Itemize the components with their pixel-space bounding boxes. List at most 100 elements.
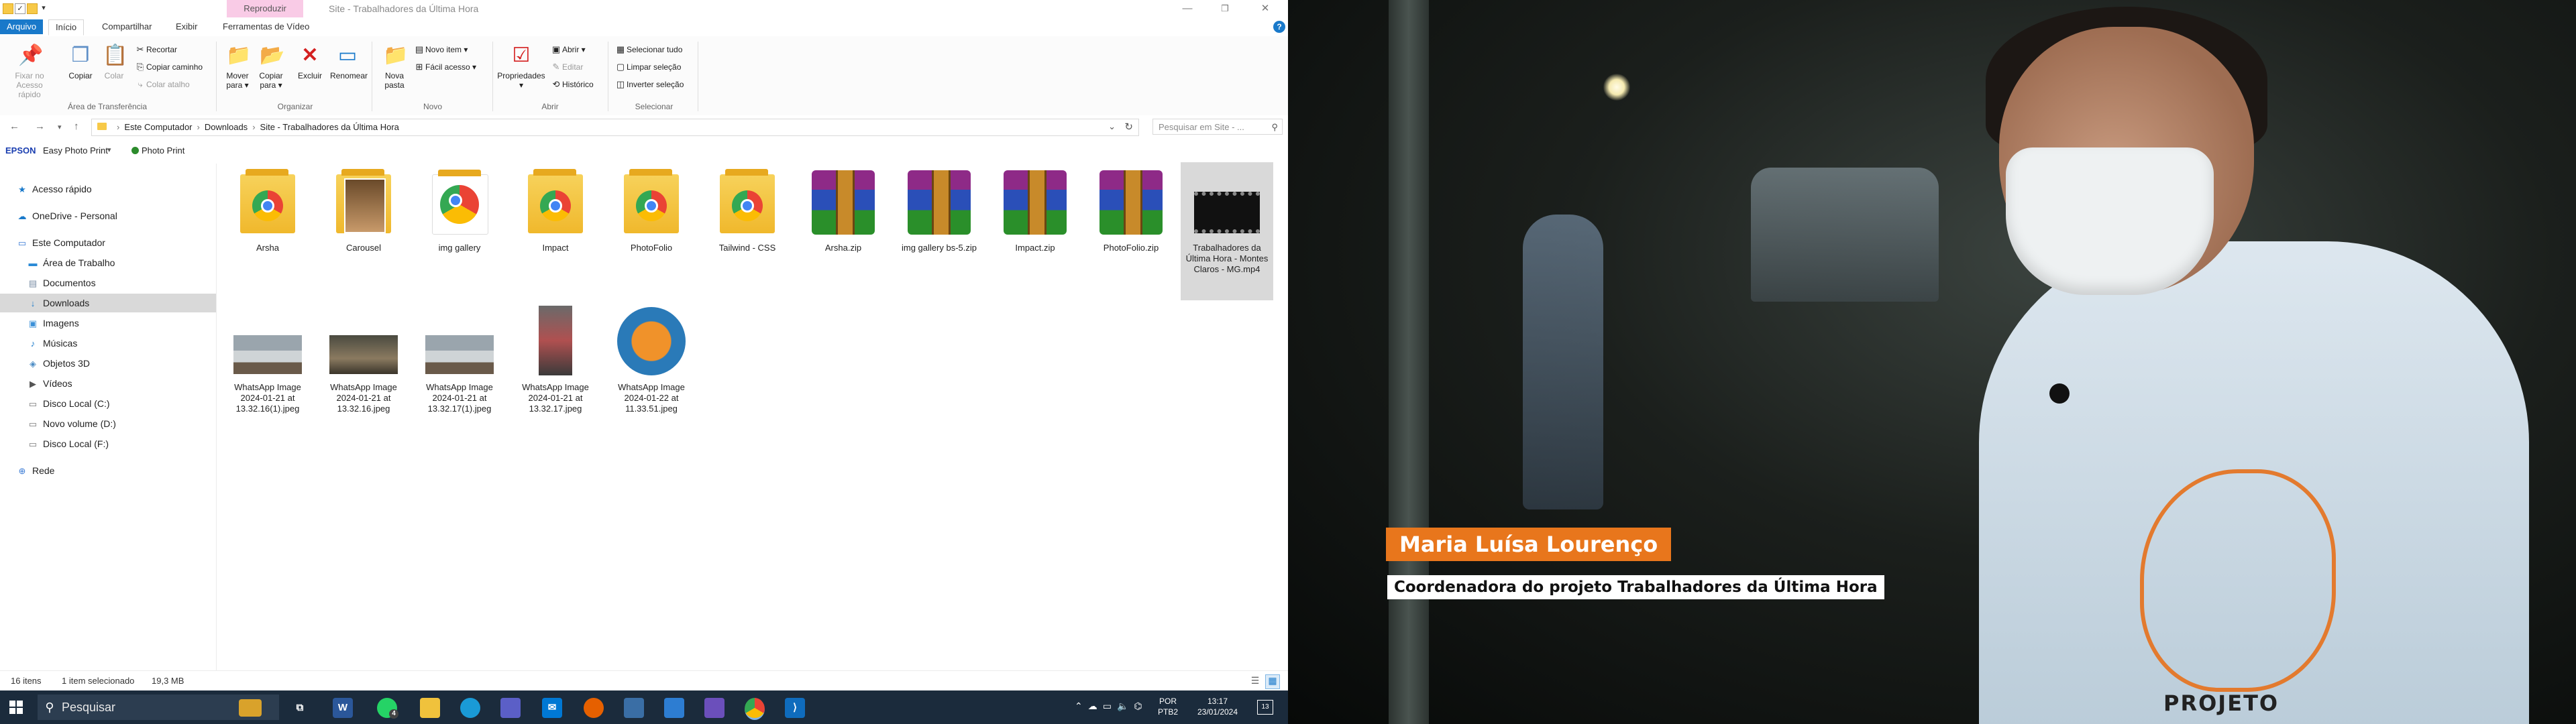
select-all-button[interactable]: ▦ Selecionar tudo	[614, 43, 683, 56]
file-item[interactable]: WhatsApp Image 2024-01-21 at 13.32.17(1)…	[413, 302, 506, 414]
tab-view[interactable]: Exibir	[169, 19, 205, 34]
pin-quick-access-button[interactable]: 📌 Fixar no Acesso rápido	[12, 43, 47, 99]
nav-item[interactable]: ▶ Vídeos	[0, 374, 216, 393]
file-item[interactable]: Arsha	[221, 162, 314, 253]
nav-item[interactable]: ▬ Área de Trabalho	[0, 253, 216, 272]
file-item[interactable]: Tailwind - CSS	[701, 162, 794, 253]
history-button[interactable]: ⟲ Histórico	[550, 78, 594, 91]
edge-icon[interactable]	[460, 698, 480, 718]
file-item[interactable]: WhatsApp Image 2024-01-21 at 13.32.16(1)…	[221, 302, 314, 414]
language-indicator[interactable]: POR PTB2	[1158, 696, 1178, 717]
tray-icons[interactable]: ⌃☁▭🔈⌬	[1075, 701, 1148, 712]
search-input[interactable]: Pesquisar em Site - ... ⚲	[1152, 119, 1283, 135]
chevron-up-icon[interactable]: ⌃	[1075, 701, 1088, 711]
nav-item[interactable]: ▭ Novo volume (D:)	[0, 414, 216, 433]
file-item[interactable]: img gallery	[413, 162, 506, 253]
nav-item[interactable]: ▤ Documentos	[0, 274, 216, 292]
new-folder-button[interactable]: 📁 Nova pasta	[377, 43, 412, 90]
recent-dropdown-icon[interactable]: ▾	[58, 123, 62, 131]
open-button[interactable]: ▣ Abrir ▾	[550, 43, 586, 56]
easy-photo-print-button[interactable]: Easy Photo Print	[43, 145, 108, 156]
nav-item[interactable]: ☁ OneDrive - Personal	[0, 206, 216, 225]
tab-file[interactable]: Arquivo	[0, 19, 44, 34]
new-folder-qat-icon[interactable]	[27, 3, 38, 14]
file-item[interactable]: WhatsApp Image 2024-01-22 at 11.33.51.jp…	[605, 302, 698, 414]
breadcrumb-current-folder[interactable]: Site - Trabalhadores da Última Hora	[260, 122, 399, 132]
qat-dropdown-icon[interactable]: ▾	[39, 3, 48, 13]
address-bar[interactable]: › Este Computador › Downloads › Site - Trabal…	[91, 119, 1139, 136]
delete-button[interactable]: ✕ Excluir	[292, 43, 327, 80]
nav-item[interactable]: ◈ Objetos 3D	[0, 354, 216, 373]
calculator-icon[interactable]	[624, 698, 644, 718]
nav-item[interactable]: ♪ Músicas	[0, 334, 216, 353]
task-view-icon[interactable]: ⧉	[290, 698, 310, 718]
details-view-icon[interactable]: ☰	[1249, 675, 1261, 687]
paste-shortcut-button[interactable]: ⤷ Colar atalho	[134, 78, 189, 91]
nav-item[interactable]: ▭ Disco Local (C:)	[0, 394, 216, 413]
word-icon[interactable]: W	[333, 698, 353, 718]
new-item-button[interactable]: ▤ Novo item ▾	[413, 43, 468, 56]
file-item[interactable]: PhotoFolio	[605, 162, 698, 253]
paste-button[interactable]: 📋 Colar	[97, 43, 131, 80]
clock[interactable]: 13:17 23/01/2024	[1187, 696, 1248, 717]
cloud-icon[interactable]: ☁	[1088, 701, 1103, 711]
battery-icon[interactable]: ▭	[1103, 701, 1117, 711]
file-item[interactable]: Trabalhadores da Última Hora - Montes Cl…	[1181, 162, 1273, 300]
breadcrumb-this-pc[interactable]: Este Computador	[124, 122, 192, 132]
speaker-icon[interactable]: 🔈	[1117, 701, 1134, 711]
clear-selection-button[interactable]: ▢ Limpar seleção	[614, 60, 682, 74]
easy-access-button[interactable]: ⊞ Fácil acesso ▾	[413, 60, 477, 74]
tab-home[interactable]: Início	[48, 19, 85, 36]
nav-item[interactable]: ↓ Downloads	[0, 294, 216, 312]
address-dropdown-icon[interactable]: ⌄	[1108, 121, 1116, 132]
windows-start-icon[interactable]	[9, 701, 23, 714]
file-item[interactable]: WhatsApp Image 2024-01-21 at 13.32.16.jp…	[317, 302, 410, 414]
context-tab-play[interactable]: Reproduzir	[227, 0, 303, 17]
copy-path-button[interactable]: ⎘ Copiar caminho	[134, 60, 203, 74]
copy-button[interactable]: ❐ Copiar	[63, 43, 98, 80]
chrome-icon[interactable]	[745, 698, 765, 720]
file-item[interactable]: WhatsApp Image 2024-01-21 at 13.32.17.jp…	[509, 302, 602, 414]
tab-share[interactable]: Compartilhar	[95, 19, 158, 34]
nav-item[interactable]: ▣ Imagens	[0, 314, 216, 333]
invert-selection-button[interactable]: ◫ Inverter seleção	[614, 78, 684, 91]
vscode-icon[interactable]: ⟩	[785, 698, 805, 718]
forward-arrow-icon[interactable]: →	[35, 121, 45, 132]
properties-button[interactable]: ☑ Propriedades ▾	[496, 43, 546, 90]
file-item[interactable]: Impact	[509, 162, 602, 253]
help-icon[interactable]: ?	[1273, 21, 1285, 33]
file-item[interactable]: Impact.zip	[989, 162, 1081, 253]
teams-icon[interactable]	[500, 698, 521, 718]
file-item[interactable]: img gallery bs-5.zip	[893, 162, 985, 253]
rename-button[interactable]: ▭ Renomear	[330, 43, 368, 80]
file-item[interactable]: PhotoFolio.zip	[1085, 162, 1177, 253]
file-explorer-icon[interactable]	[420, 698, 440, 718]
refresh-icon[interactable]: ↻	[1124, 121, 1133, 133]
edit-button[interactable]: ✎ Editar	[550, 60, 584, 74]
properties-qat-icon[interactable]: ✓	[15, 3, 25, 14]
tab-video-tools[interactable]: Ferramentas de Vídeo	[216, 19, 316, 34]
back-arrow-icon[interactable]: ←	[9, 121, 19, 132]
easy-photo-print-dropdown-icon[interactable]: ▾	[107, 145, 111, 154]
large-icons-view-icon[interactable]: ▦	[1265, 674, 1280, 689]
maximize-button[interactable]: ❐	[1212, 1, 1238, 16]
video-editor-icon[interactable]	[704, 698, 724, 718]
firefox-icon[interactable]	[584, 698, 604, 718]
nav-item[interactable]: ▭ Este Computador	[0, 233, 216, 252]
cut-button[interactable]: ✂ Recortar	[134, 43, 177, 56]
nav-item[interactable]: ▭ Disco Local (F:)	[0, 434, 216, 453]
breadcrumb-downloads[interactable]: Downloads	[205, 122, 248, 132]
network-icon[interactable]: ⌬	[1134, 701, 1147, 711]
close-button[interactable]: ✕	[1252, 1, 1279, 16]
notification-icon[interactable]: 13	[1257, 700, 1273, 715]
copy-to-button[interactable]: 📂 Copiar para ▾	[254, 43, 288, 90]
minimize-button[interactable]: —	[1174, 1, 1201, 16]
photo-print-button[interactable]: Photo Print	[131, 145, 184, 156]
file-item[interactable]: Carousel	[317, 162, 410, 253]
nav-item[interactable]: ★ Acesso rápido	[0, 180, 216, 198]
nav-item[interactable]: ⊕ Rede	[0, 461, 216, 480]
file-item[interactable]: Arsha.zip	[797, 162, 890, 253]
move-to-button[interactable]: 📁 Mover para ▾	[220, 43, 255, 90]
news-weather-icon[interactable]	[239, 699, 262, 717]
mail-icon[interactable]: ✉	[542, 698, 562, 718]
